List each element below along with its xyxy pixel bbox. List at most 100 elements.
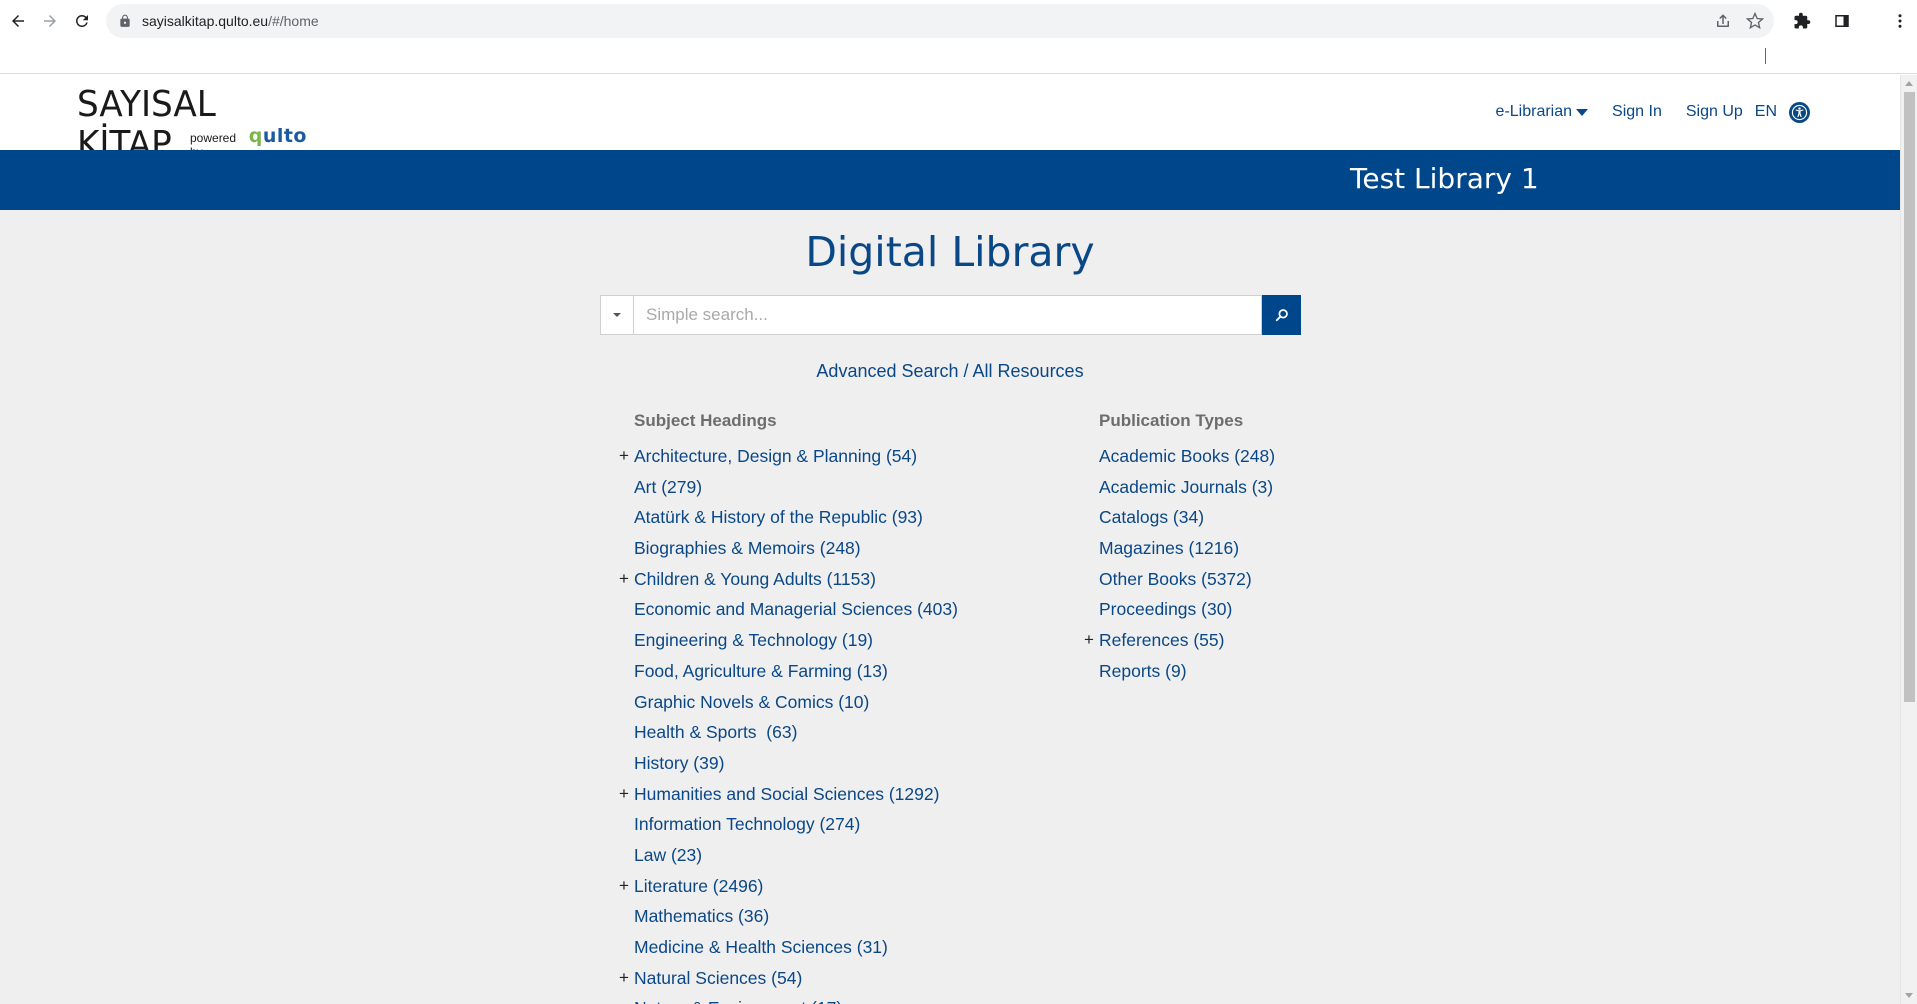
- facet-item[interactable]: + References (55): [1084, 625, 1359, 656]
- facet-item-label: Academic Books (248): [1099, 446, 1276, 466]
- facet-item[interactable]: Engineering & Technology (19): [634, 625, 1074, 656]
- scroll-down-arrow-icon[interactable]: [1905, 993, 1913, 998]
- publication-types-facet: Publication Types Academic Books (248) Ac…: [1084, 408, 1359, 687]
- search-input[interactable]: [633, 295, 1262, 335]
- search-field-dropdown[interactable]: [600, 295, 633, 335]
- search-icon: [1275, 309, 1288, 322]
- publication-type-list: Academic Books (248) Academic Journals (3…: [1084, 441, 1359, 687]
- facet-item[interactable]: + Architecture, Design & Planning (54): [619, 441, 1074, 472]
- facet-item[interactable]: Mathematics (36): [634, 901, 1074, 932]
- subject-list: + Architecture, Design & Planning (54) Art…: [619, 441, 1074, 1004]
- facet-item[interactable]: + Humanities and Social Sciences (1292): [619, 779, 1074, 810]
- facet-item[interactable]: Magazines (1216): [1099, 533, 1359, 564]
- facet-item-label: Information Technology (274): [634, 814, 861, 835]
- reload-icon[interactable]: [66, 5, 98, 37]
- facet-item-label: Economic and Managerial Sciences (403): [634, 599, 958, 620]
- facet-item-label: Children & Young Adults (1153): [634, 568, 876, 589]
- star-icon[interactable]: [1746, 12, 1764, 30]
- expand-plus-icon[interactable]: +: [619, 564, 629, 594]
- puzzle-icon[interactable]: [1785, 4, 1819, 38]
- lock-icon: [120, 14, 130, 27]
- forward-arrow-icon[interactable]: [34, 5, 66, 37]
- page-scrollbar[interactable]: [1900, 75, 1917, 1004]
- search-button[interactable]: [1262, 295, 1301, 335]
- expand-plus-icon[interactable]: +: [619, 871, 629, 901]
- scrollbar-thumb[interactable]: [1904, 92, 1915, 702]
- sign-up-link[interactable]: Sign Up: [1686, 103, 1743, 121]
- facet-item-label: Health & Sports (63): [634, 722, 798, 743]
- expand-plus-icon[interactable]: +: [619, 441, 629, 471]
- facet-item[interactable]: Health & Sports (63): [634, 717, 1074, 748]
- facet-item-label: Nature & Environment (17): [634, 998, 842, 1004]
- link-separator: /: [958, 361, 973, 381]
- facet-item[interactable]: Medicine & Health Sciences (31): [634, 932, 1074, 963]
- side-panel-icon[interactable]: [1825, 4, 1859, 38]
- facet-item[interactable]: Law (23): [634, 840, 1074, 871]
- url-path: /#/home: [268, 13, 319, 29]
- address-bar[interactable]: sayisalkitap.qulto.eu/#/home: [106, 4, 1774, 38]
- site-logo[interactable]: SAYISAL KİTAP powered by qulto: [77, 85, 307, 165]
- expand-plus-icon[interactable]: +: [619, 963, 629, 993]
- facet-item-label: Catalogs (34): [1099, 507, 1205, 528]
- facet-heading: Publication Types: [1099, 411, 1244, 430]
- facet-item-label: Humanities and Social Sciences (1292): [634, 783, 940, 804]
- facet-item-label: Other Books (5372): [1099, 568, 1252, 589]
- expand-plus-icon[interactable]: +: [1084, 625, 1094, 655]
- facet-item-label: Architecture, Design & Planning (54): [634, 446, 918, 466]
- facet-item[interactable]: Catalogs (34): [1099, 502, 1359, 533]
- facet-item[interactable]: + Natural Sciences (54): [619, 963, 1074, 994]
- facet-item-label: Law (23): [634, 844, 703, 865]
- facet-item[interactable]: Graphic Novels & Comics (10): [634, 687, 1074, 718]
- facet-item[interactable]: Atatürk & History of the Republic (93): [634, 502, 1074, 533]
- sign-in-link[interactable]: Sign In: [1612, 103, 1662, 121]
- qulto-brand: qulto: [249, 125, 307, 147]
- facet-item-label: Literature (2496): [634, 875, 764, 896]
- advanced-search-link[interactable]: Advanced Search: [816, 361, 958, 381]
- url-text[interactable]: sayisalkitap.qulto.eu/#/home: [142, 13, 319, 29]
- language-selector[interactable]: EN: [1755, 103, 1777, 121]
- facet-item-label: Proceedings (30): [1099, 599, 1233, 620]
- facet-item[interactable]: Other Books (5372): [1099, 564, 1359, 595]
- facet-item[interactable]: Reports (9): [1099, 656, 1359, 687]
- facet-item[interactable]: Food, Agriculture & Farming (13): [634, 656, 1074, 687]
- facet-item[interactable]: Biographies & Memoirs (248): [634, 533, 1074, 564]
- e-librarian-label: e-Librarian: [1495, 103, 1573, 120]
- back-arrow-icon[interactable]: [2, 5, 34, 37]
- facet-item[interactable]: Academic Books (248): [1099, 441, 1359, 472]
- text-caret: [1765, 48, 1766, 64]
- library-name: Test Library 1: [1350, 162, 1539, 195]
- library-banner: Test Library 1: [0, 150, 1900, 210]
- facet-item[interactable]: Academic Journals (3): [1099, 472, 1359, 503]
- facet-item[interactable]: Economic and Managerial Sciences (403): [634, 594, 1074, 625]
- facet-item[interactable]: History (39): [634, 748, 1074, 779]
- facet-item-label: Medicine & Health Sciences (31): [634, 937, 888, 957]
- facet-item-label: History (39): [634, 752, 725, 773]
- share-icon[interactable]: [1714, 12, 1732, 30]
- facet-item[interactable]: + Children & Young Adults (1153): [619, 564, 1074, 595]
- facet-item-label: Art (279): [634, 476, 703, 497]
- advanced-links: Advanced Search / All Resources: [0, 361, 1900, 382]
- qulto-brand-rest: ulto: [262, 125, 307, 147]
- all-resources-link[interactable]: All Resources: [973, 361, 1084, 381]
- page-title: Digital Library: [805, 228, 1095, 276]
- browser-toolbar: sayisalkitap.qulto.eu/#/home: [0, 0, 1917, 42]
- chevron-down-icon: [613, 313, 621, 317]
- kebab-menu-icon[interactable]: [1883, 4, 1917, 38]
- simple-search: [600, 295, 1301, 335]
- facet-item-label: Graphic Novels & Comics (10): [634, 691, 870, 712]
- expand-plus-icon[interactable]: +: [619, 779, 629, 809]
- url-host: sayisalkitap.qulto.eu: [142, 13, 269, 29]
- facet-item[interactable]: + Literature (2496): [619, 871, 1074, 902]
- facet-item[interactable]: Art (279): [634, 472, 1074, 503]
- caret-down-icon: [1576, 108, 1589, 116]
- facet-item[interactable]: Proceedings (30): [1099, 594, 1359, 625]
- facet-item[interactable]: Nature & Environment (17): [634, 993, 1074, 1004]
- accessibility-icon[interactable]: [1789, 101, 1810, 123]
- subject-headings-facet: Subject Headings + Architecture, Design &…: [619, 408, 1074, 1004]
- facet-item[interactable]: Information Technology (274): [634, 809, 1074, 840]
- e-librarian-menu[interactable]: e-Librarian: [1495, 103, 1589, 121]
- scroll-up-arrow-icon[interactable]: [1905, 81, 1913, 86]
- facet-item-label: Reports (9): [1099, 660, 1187, 681]
- facet-item-label: Natural Sciences (54): [634, 967, 803, 988]
- facet-heading: Subject Headings: [634, 411, 777, 430]
